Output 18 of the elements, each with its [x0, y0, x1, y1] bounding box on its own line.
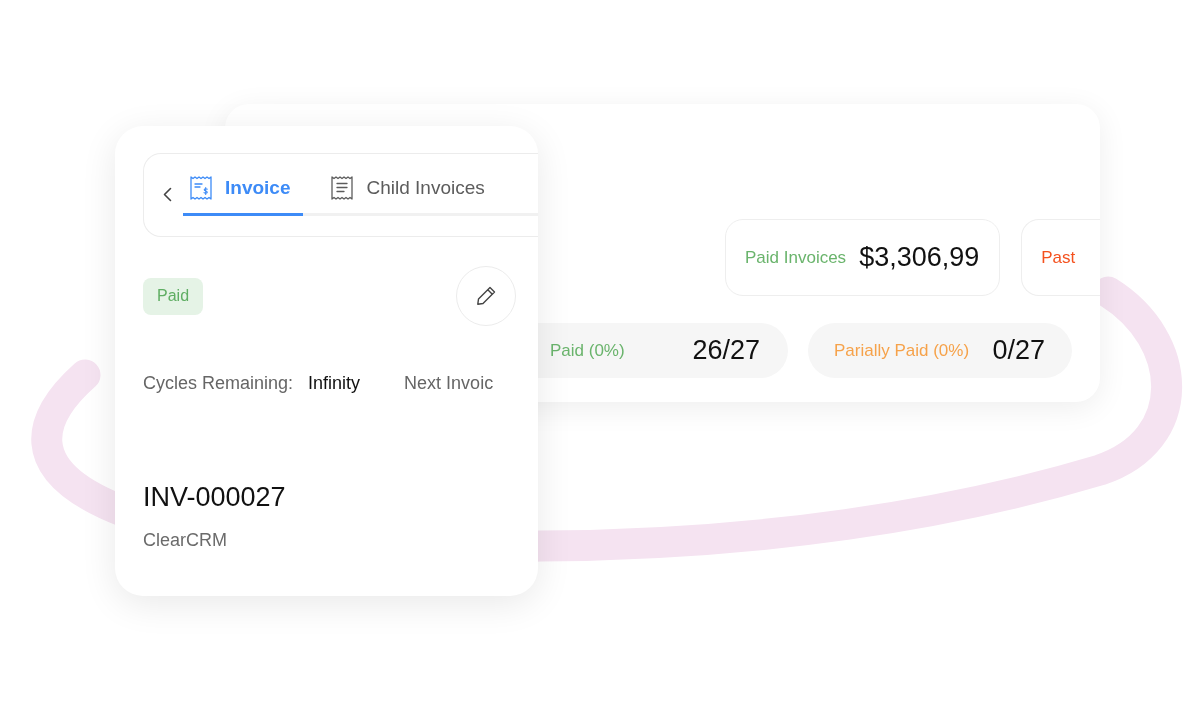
status-count: 26/27 [692, 334, 760, 368]
company-name: ClearCRM [143, 529, 228, 551]
field-label: Cycles Remaining: [143, 372, 294, 394]
status-label: Parially Paid (0%) [834, 339, 970, 362]
field-value: Infinity [308, 372, 361, 394]
invoice-number: INV-000027 [143, 481, 287, 513]
status-count: 0/27 [992, 334, 1045, 368]
receipt-icon [331, 174, 354, 201]
stat-label: Past [1041, 246, 1076, 269]
pencil-icon [475, 285, 497, 307]
chevron-left-icon[interactable] [163, 186, 172, 202]
field-label: Next Invoic [404, 372, 494, 394]
status-badge: Paid [143, 277, 204, 315]
tab[interactable]: Child Invoices [324, 173, 498, 216]
stat-label: Paid Invoices [745, 246, 847, 269]
receipt-dollar-icon [190, 174, 212, 201]
stat-value: $3,306,99 [859, 241, 980, 275]
status-label: Paid (0%) [550, 339, 625, 362]
